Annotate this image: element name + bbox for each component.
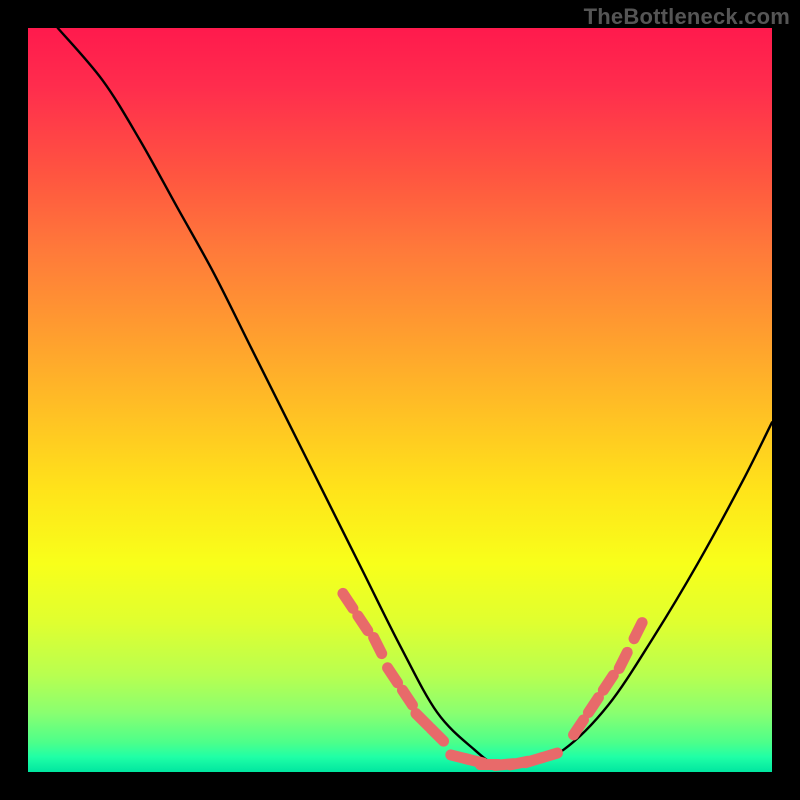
chart-svg bbox=[28, 28, 772, 772]
chart-frame: TheBottleneck.com bbox=[0, 0, 800, 800]
highlight-dots-left bbox=[343, 593, 444, 741]
watermark-text: TheBottleneck.com bbox=[584, 4, 790, 30]
bottleneck-curve bbox=[58, 28, 772, 766]
highlight-dots-right bbox=[574, 623, 643, 735]
highlight-dots-bottom bbox=[451, 753, 558, 765]
